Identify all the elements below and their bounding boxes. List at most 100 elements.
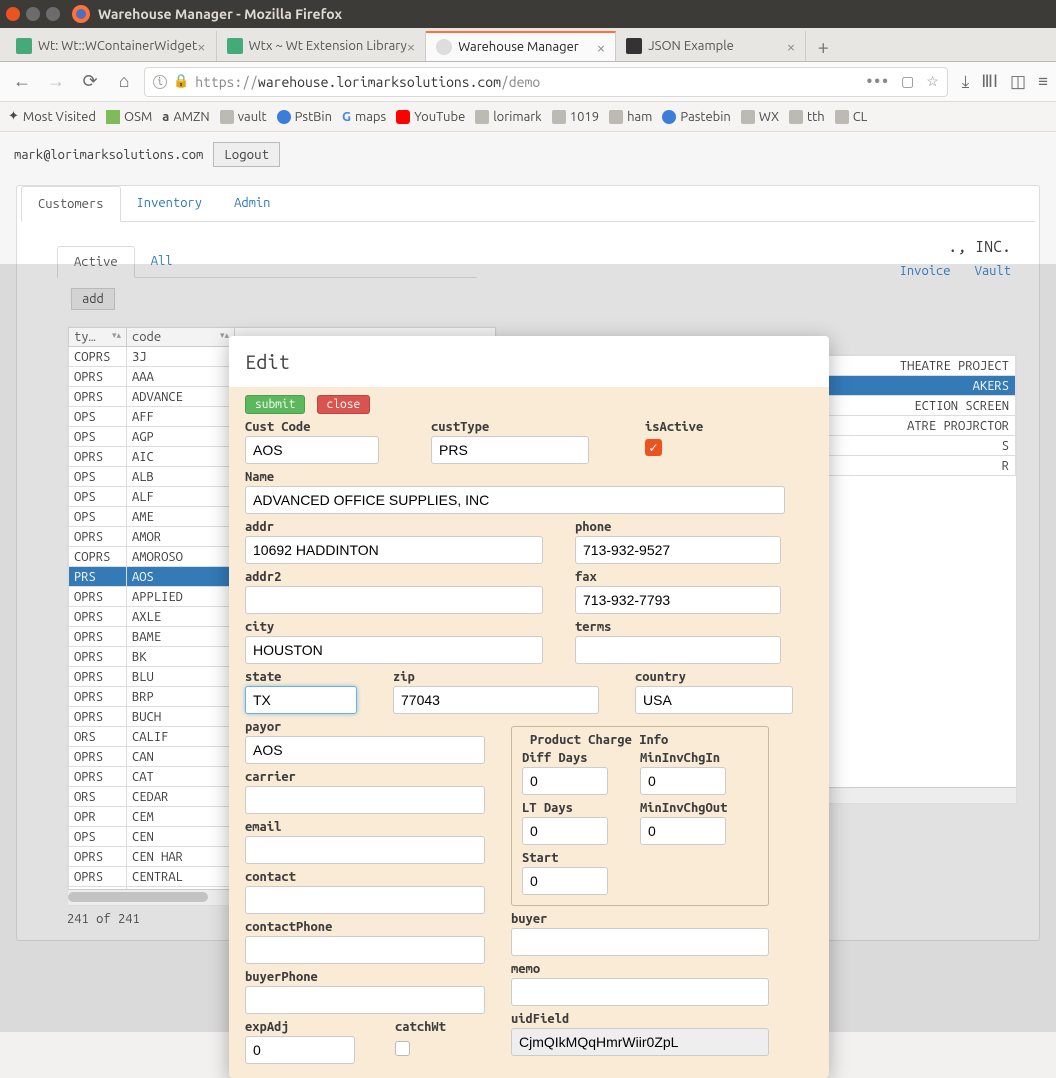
tab-close-icon[interactable]: × xyxy=(407,38,415,55)
tab-close-icon[interactable]: × xyxy=(597,39,605,56)
tab-favicon xyxy=(626,38,642,54)
tab-customers[interactable]: Customers xyxy=(21,186,121,222)
input-start[interactable] xyxy=(522,867,608,895)
home-button[interactable]: ⌂ xyxy=(110,68,138,96)
bookmark-pstbin[interactable]: PstBin xyxy=(277,110,332,124)
input-email[interactable] xyxy=(245,836,485,864)
bookmark-amzn[interactable]: aAMZN xyxy=(162,110,209,124)
bookmark-tth[interactable]: tth xyxy=(789,110,825,124)
input-zip[interactable] xyxy=(393,686,599,714)
tab-favicon xyxy=(227,38,243,54)
browser-tab-2[interactable]: Warehouse Manager × xyxy=(426,31,616,61)
input-addr2[interactable] xyxy=(245,586,543,614)
input-contactphone[interactable] xyxy=(245,936,485,964)
bookmark-vault[interactable]: vault xyxy=(220,110,267,124)
input-buyer[interactable] xyxy=(511,928,769,956)
col-type[interactable]: ty…▾▴ xyxy=(69,328,127,347)
label-terms: terms xyxy=(575,620,781,634)
tab-admin[interactable]: Admin xyxy=(218,186,286,221)
bookmark-lorimark[interactable]: lorimark xyxy=(475,110,542,124)
new-tab-button[interactable]: + xyxy=(806,31,840,61)
input-country[interactable] xyxy=(635,686,793,714)
nav-invoice[interactable]: Invoice xyxy=(900,264,951,278)
bookmark-osm[interactable]: OSM xyxy=(106,110,152,124)
folder-icon xyxy=(475,110,489,124)
bookmark-wx[interactable]: WX xyxy=(741,110,779,124)
bookmark-maps[interactable]: Gmaps xyxy=(342,110,386,124)
input-city[interactable] xyxy=(245,636,543,664)
input-custtype[interactable] xyxy=(431,436,589,464)
input-carrier[interactable] xyxy=(245,786,485,814)
sidebar-icon[interactable]: ◫ xyxy=(1010,72,1026,92)
label-memo: memo xyxy=(511,962,769,976)
window-maximize-icon[interactable] xyxy=(46,7,60,21)
input-buyerphone[interactable] xyxy=(245,986,485,1014)
input-fax[interactable] xyxy=(575,586,781,614)
edit-modal: Edit submit close Cust Code custType isA… xyxy=(229,336,829,1078)
browser-tabstrip: Wt: Wt::WContainerWidget × Wtx ~ Wt Exte… xyxy=(0,28,1056,62)
page-actions-icon[interactable]: ••• xyxy=(865,73,889,90)
browser-tab-1[interactable]: Wtx ~ Wt Extension Library × xyxy=(217,31,427,61)
input-memo[interactable] xyxy=(511,978,769,1006)
folder-icon xyxy=(741,110,755,124)
input-contact[interactable] xyxy=(245,886,485,914)
bookmark-1019[interactable]: 1019 xyxy=(552,110,599,124)
folder-icon xyxy=(789,110,803,124)
library-icon[interactable]: ⅢⅠ xyxy=(981,72,998,92)
label-fax: fax xyxy=(575,570,781,584)
reader-icon[interactable]: ▢ xyxy=(901,73,914,90)
checkbox-catchwt[interactable] xyxy=(395,1041,410,1056)
checkbox-isactive[interactable]: ✓ xyxy=(645,439,662,456)
bookmark-youtube[interactable]: YouTube xyxy=(396,110,465,124)
back-button[interactable]: ← xyxy=(8,68,36,96)
window-minimize-icon[interactable] xyxy=(26,7,40,21)
url-input[interactable]: i 🔒 https://warehouse.lorimarksolutions.… xyxy=(144,67,948,97)
label-start: Start xyxy=(522,851,608,865)
bookmark-cl[interactable]: CL xyxy=(835,110,868,124)
logout-button[interactable]: Logout xyxy=(213,142,280,167)
close-button[interactable]: close xyxy=(317,395,371,414)
folder-icon xyxy=(835,110,849,124)
label-name: Name xyxy=(245,470,813,484)
label-buyerphone: buyerPhone xyxy=(245,970,485,984)
bookmark-ham[interactable]: ham xyxy=(609,110,652,124)
nav-vault[interactable]: Vault xyxy=(975,264,1011,278)
label-state: state xyxy=(245,670,357,684)
forward-button: → xyxy=(42,68,70,96)
input-addr[interactable] xyxy=(245,536,543,564)
input-custcode[interactable] xyxy=(245,436,379,464)
browser-tab-3[interactable]: JSON Example × xyxy=(616,31,806,61)
tab-favicon xyxy=(16,38,32,54)
label-uidfield: uidField xyxy=(511,1012,769,1026)
tab-favicon xyxy=(436,39,452,55)
input-ltdays[interactable] xyxy=(522,817,608,845)
menu-icon[interactable]: ≡ xyxy=(1038,72,1048,92)
input-diffdays[interactable] xyxy=(522,767,608,795)
input-mininvin[interactable] xyxy=(640,767,726,795)
label-payor: payor xyxy=(245,720,485,734)
tab-close-icon[interactable]: × xyxy=(787,38,795,55)
url-domain: warehouse.lorimarksolutions.com xyxy=(258,74,501,90)
downloads-icon[interactable]: ⤓ xyxy=(962,72,970,92)
info-icon[interactable]: i xyxy=(153,75,167,89)
bookmark-pastebin[interactable]: Pastebin xyxy=(662,110,730,124)
input-mininvout[interactable] xyxy=(640,817,726,845)
tab-inventory[interactable]: Inventory xyxy=(121,186,219,221)
browser-tab-0[interactable]: Wt: Wt::WContainerWidget × xyxy=(6,31,217,61)
detail-title: ., INC. xyxy=(501,222,1035,264)
input-payor[interactable] xyxy=(245,736,485,764)
input-name[interactable] xyxy=(245,486,785,514)
tab-label: Wtx ~ Wt Extension Library xyxy=(249,39,407,53)
bookmark-star-icon[interactable]: ☆ xyxy=(926,73,939,90)
input-phone[interactable] xyxy=(575,536,781,564)
input-terms[interactable] xyxy=(575,636,781,664)
input-state[interactable] xyxy=(245,686,357,714)
favicon xyxy=(277,110,291,124)
submit-button[interactable]: submit xyxy=(245,395,305,414)
reload-button[interactable]: ⟳ xyxy=(76,68,104,96)
col-code[interactable]: code▾▴ xyxy=(127,328,235,347)
window-close-icon[interactable] xyxy=(6,7,20,21)
tab-close-icon[interactable]: × xyxy=(197,38,205,55)
input-expadj[interactable] xyxy=(245,1036,355,1064)
bookmark-most-visited[interactable]: ✦Most Visited xyxy=(8,109,96,124)
